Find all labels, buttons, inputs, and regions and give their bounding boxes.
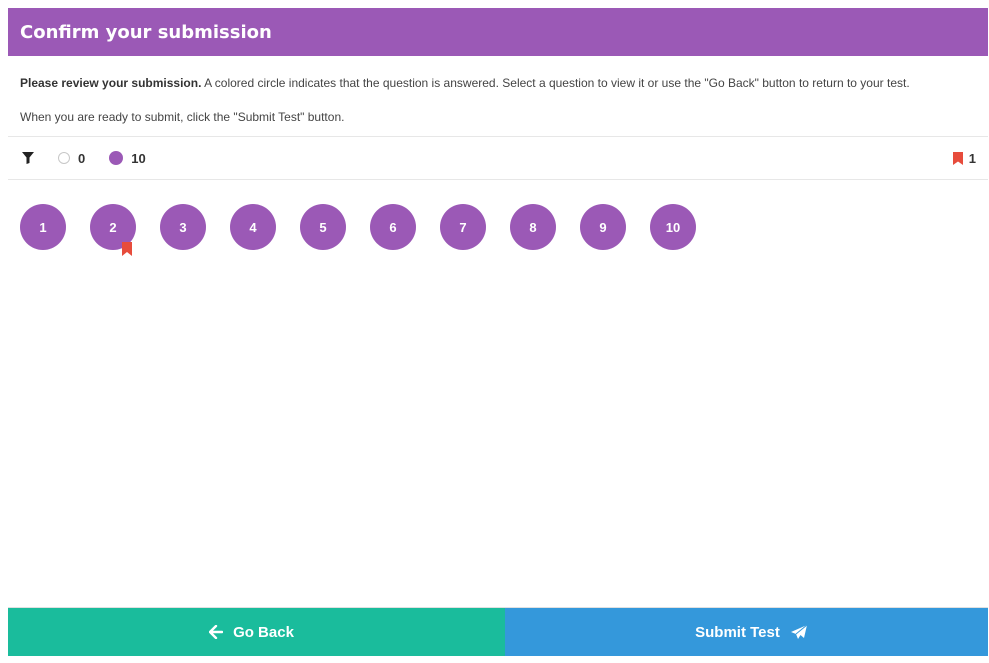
submit-test-label: Submit Test (695, 623, 780, 641)
unanswered-filter[interactable]: 0 (58, 151, 85, 166)
instructions-bold: Please review your submission. (20, 76, 202, 90)
go-back-label: Go Back (233, 623, 294, 641)
submit-test-button[interactable]: Submit Test (505, 608, 988, 656)
instructions-review: Please review your submission. A colored… (20, 74, 976, 92)
answered-count: 10 (131, 150, 146, 166)
flagged-filter[interactable]: 1 (952, 150, 976, 166)
paper-plane-icon (790, 624, 808, 639)
question-4-button[interactable]: 4 (230, 204, 276, 250)
filter-bar: 0 10 1 (8, 136, 988, 180)
question-number: 5 (319, 219, 327, 235)
question-number: 2 (109, 219, 117, 235)
question-number: 6 (389, 219, 397, 235)
unanswered-circle-icon (58, 152, 70, 164)
filter-icon[interactable] (20, 150, 36, 166)
footer-actions: Go Back Submit Test (8, 607, 988, 656)
question-6-button[interactable]: 6 (370, 204, 416, 250)
go-back-button[interactable]: Go Back (8, 608, 505, 656)
unanswered-count: 0 (78, 150, 86, 166)
dialog-title: Confirm your submission (20, 21, 272, 43)
question-number: 10 (665, 219, 681, 235)
question-1-button[interactable]: 1 (20, 204, 66, 250)
dialog-header: Confirm your submission (8, 8, 988, 56)
arrow-left-icon (209, 625, 224, 639)
question-2-button[interactable]: 2 (90, 204, 136, 256)
answered-circle-icon (109, 151, 124, 165)
question-9-button[interactable]: 9 (580, 204, 626, 250)
question-number: 7 (459, 219, 467, 235)
submission-dialog: Confirm your submission Please review yo… (8, 8, 988, 656)
question-number: 4 (249, 219, 257, 235)
bookmark-icon (122, 242, 132, 256)
question-5-button[interactable]: 5 (300, 204, 346, 250)
question-number: 1 (39, 219, 47, 235)
question-list: 1 2 3 4 5 6 7 8 9 10 (8, 180, 988, 256)
question-number: 3 (179, 219, 187, 235)
instructions-submit-note: When you are ready to submit, click the … (20, 110, 345, 124)
flagged-count: 1 (968, 150, 976, 166)
answered-filter[interactable]: 10 (109, 150, 146, 166)
question-number: 8 (529, 219, 537, 235)
instructions-text: A colored circle indicates that the ques… (201, 76, 910, 90)
question-3-button[interactable]: 3 (160, 204, 206, 250)
bookmark-icon (952, 151, 963, 165)
instructions: Please review your submission. A colored… (8, 56, 988, 126)
question-10-button[interactable]: 10 (650, 204, 696, 250)
question-8-button[interactable]: 8 (510, 204, 556, 250)
question-number: 9 (599, 219, 607, 235)
question-7-button[interactable]: 7 (440, 204, 486, 250)
